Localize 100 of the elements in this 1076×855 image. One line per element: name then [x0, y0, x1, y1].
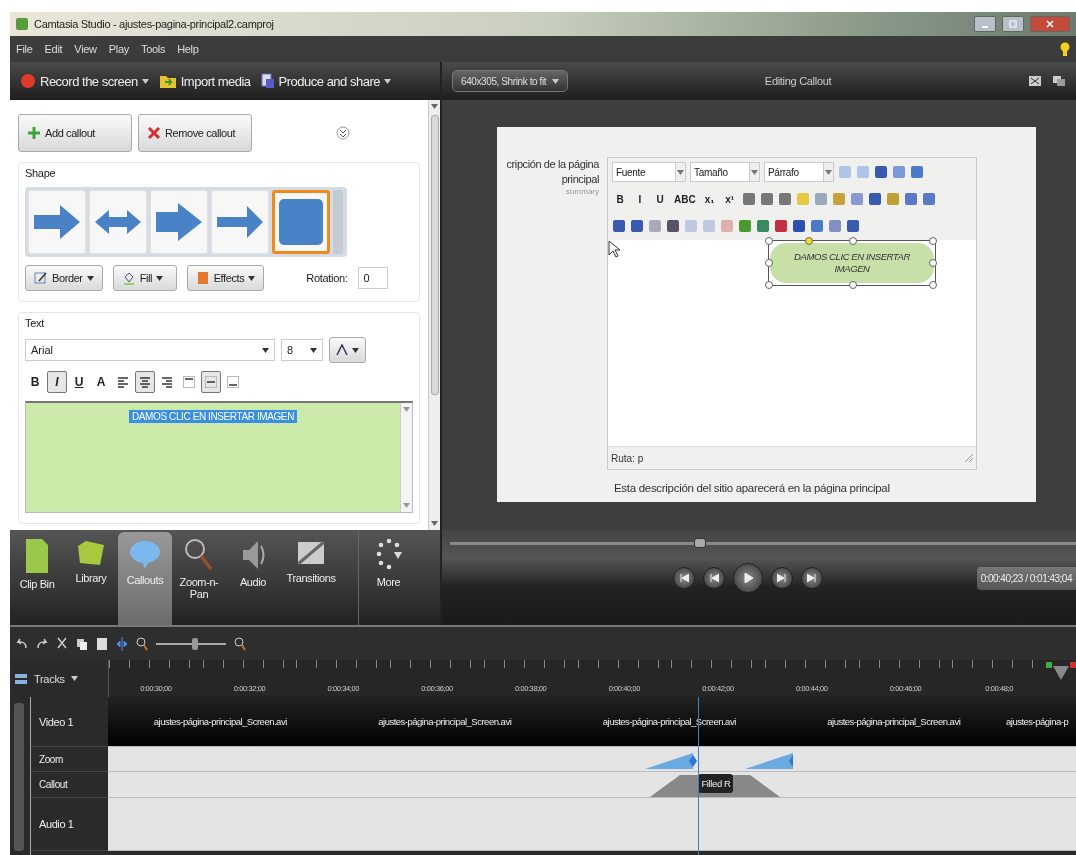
toolbar-button[interactable]: Import media [158, 73, 251, 89]
close-button[interactable] [1030, 16, 1070, 32]
copy-icon [76, 637, 88, 650]
resize-handle[interactable] [765, 281, 773, 289]
group-label: Shape [25, 167, 57, 179]
editor-button[interactable]: x₁ [701, 189, 718, 209]
task-tab[interactable]: Transitions [280, 530, 342, 625]
play-icon [743, 573, 754, 583]
caret-icon [248, 275, 256, 281]
menu-item[interactable]: Tools [140, 43, 166, 55]
task-tab[interactable]: Zoom-n-Pan [172, 530, 226, 625]
format-button[interactable]: I [47, 371, 67, 393]
editor-dropdown[interactable]: Fuente [612, 162, 686, 182]
pencil-icon [34, 271, 48, 285]
callout-button[interactable]: Add callout [18, 114, 132, 152]
menu-item[interactable]: View [74, 43, 97, 55]
speech-bubble-icon [129, 540, 161, 570]
player-button[interactable] [733, 563, 764, 593]
minimize-button[interactable] [974, 16, 996, 32]
field-hint: summary [566, 186, 599, 196]
caret-icon [431, 521, 438, 526]
editor-dropdown[interactable]: Tamaño [690, 162, 760, 182]
toolbar-button[interactable]: Record the screen [20, 73, 149, 89]
collapse-icon [336, 126, 350, 140]
editor-button[interactable]: ABC [672, 189, 698, 209]
resize-grip-icon [965, 454, 973, 462]
dropdown-button[interactable]: Border [25, 265, 103, 291]
video-clip[interactable]: ajustes-página-principal_Screen.avi [108, 697, 333, 746]
toolbar-button[interactable]: Produce and share [260, 73, 391, 89]
editor-button[interactable]: x¹ [721, 189, 738, 209]
menu-item[interactable]: Play [108, 43, 129, 55]
format-button[interactable]: B [25, 371, 45, 393]
plus-icon [27, 126, 41, 140]
maximize-button[interactable] [1002, 16, 1024, 32]
editor-button[interactable]: U [652, 189, 668, 209]
shape-option[interactable] [272, 190, 330, 254]
document-icon [260, 73, 275, 89]
font-dropdown[interactable]: Arial [25, 339, 275, 361]
align-top-icon [183, 376, 195, 388]
editor-button[interactable]: I [632, 189, 648, 209]
caret-icon [352, 347, 359, 353]
caret-icon [552, 78, 560, 84]
resize-handle[interactable] [929, 237, 937, 245]
fullscreen-icon [1028, 75, 1042, 87]
task-tab[interactable]: Audio [226, 530, 280, 625]
path-text: Ruta: p [611, 452, 644, 464]
window-title: Camtasia Studio - ajustes-pagina-principal2.camproj [34, 18, 274, 30]
resize-handle[interactable] [805, 237, 813, 245]
text-color-button[interactable] [329, 337, 366, 363]
preset-dropdown[interactable]: 640x305, Shrink to fit [452, 70, 569, 92]
rotation-field[interactable]: 0 [357, 267, 388, 289]
player-button[interactable] [673, 567, 696, 589]
resize-handle[interactable] [765, 259, 773, 267]
task-tab[interactable]: Clip Bin [10, 530, 64, 625]
playhead-marker-icon [1046, 660, 1076, 682]
split-icon [116, 636, 128, 651]
tracks-icon [14, 672, 28, 685]
menu-item[interactable]: Edit [44, 43, 63, 55]
caret-icon [70, 676, 78, 681]
skip-back-icon [679, 573, 690, 583]
task-tab[interactable]: Callouts [118, 532, 172, 625]
format-button[interactable]: A [91, 371, 111, 393]
scrollbar[interactable] [428, 100, 440, 530]
fast-forward-icon [777, 573, 788, 583]
video-clip[interactable]: ajustes-página-p [1006, 697, 1076, 746]
menu-item[interactable]: File [16, 43, 33, 55]
task-tab[interactable]: Library [64, 530, 118, 625]
rectangle-icon [278, 198, 324, 246]
scrub-handle[interactable] [694, 538, 707, 548]
dropdown-button[interactable]: Fill [112, 265, 177, 291]
resize-handle[interactable] [765, 237, 773, 245]
zoom-slider-handle[interactable] [191, 637, 198, 650]
arrow-icon [154, 202, 204, 242]
resize-handle[interactable] [929, 281, 937, 289]
format-button[interactable]: U [69, 371, 89, 393]
menu-item[interactable]: Help [177, 43, 199, 55]
format-button[interactable] [201, 371, 221, 393]
player-button[interactable] [703, 567, 726, 589]
resize-handle[interactable] [849, 237, 857, 245]
callout-button[interactable]: Remove callout [138, 114, 252, 152]
resize-handle[interactable] [929, 259, 937, 267]
callout-clip[interactable]: Filled R [698, 774, 734, 793]
player-button[interactable] [801, 567, 824, 589]
callout-shape[interactable]: DAMOS CLIC EN INSERTAR IMAGEN [768, 240, 936, 286]
zoom-in-icon [234, 636, 246, 651]
size-dropdown[interactable]: 8 [281, 339, 323, 361]
magnifier-icon [184, 538, 214, 572]
editor-button[interactable]: B [612, 189, 628, 209]
video-clip[interactable]: ajustes-página-principal_Screen.avi [332, 697, 557, 746]
align-bottom-icon [227, 376, 239, 388]
letter-a-icon [336, 344, 348, 356]
dropdown-button[interactable]: Effects [186, 265, 265, 291]
caret-icon [431, 104, 438, 109]
editor-dropdown[interactable]: Párrafo [764, 162, 834, 182]
skip-forward-icon [807, 573, 818, 583]
detach-icon [1052, 75, 1066, 87]
video-clip[interactable]: ajustes-página-principal_Screen.avi [781, 697, 1006, 746]
format-button[interactable] [135, 371, 155, 393]
resize-handle[interactable] [849, 281, 857, 289]
player-button[interactable] [771, 567, 794, 589]
